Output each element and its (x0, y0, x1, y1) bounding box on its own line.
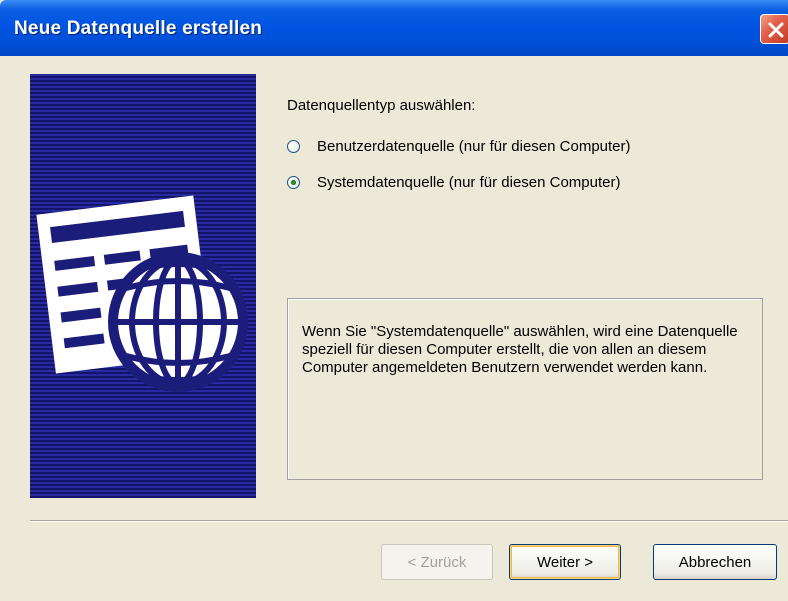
option-user-dsn[interactable]: Benutzerdatenquelle (nur für diesen Comp… (287, 136, 631, 156)
next-button[interactable]: Weiter > (509, 544, 621, 580)
option-user-dsn-label[interactable]: Benutzerdatenquelle (nur für diesen Comp… (317, 138, 631, 155)
option-system-dsn-label[interactable]: Systemdatenquelle (nur für diesen Comput… (317, 174, 621, 191)
radio-user-dsn[interactable] (287, 139, 300, 153)
option-system-dsn[interactable]: Systemdatenquelle (nur für diesen Comput… (287, 172, 621, 192)
radio-system-dsn[interactable] (287, 175, 300, 189)
button-separator (30, 520, 788, 522)
title-bar[interactable]: Neue Datenquelle erstellen (0, 0, 788, 56)
window-title: Neue Datenquelle erstellen (14, 18, 263, 39)
dialog-window: Neue Datenquelle erstellen Datenquellent… (0, 0, 788, 601)
close-icon (768, 22, 784, 38)
cancel-button[interactable]: Abbrechen (653, 544, 777, 580)
description-box: Wenn Sie "Systemdatenquelle" auswählen, … (287, 298, 763, 480)
description-text: Wenn Sie "Systemdatenquelle" auswählen, … (302, 323, 738, 376)
data-source-globe-icon (36, 195, 248, 392)
type-prompt: Datenquellentyp auswählen: (287, 97, 476, 114)
back-button[interactable]: < Zurück (381, 544, 493, 580)
close-button[interactable] (760, 14, 788, 44)
wizard-banner (30, 74, 256, 498)
